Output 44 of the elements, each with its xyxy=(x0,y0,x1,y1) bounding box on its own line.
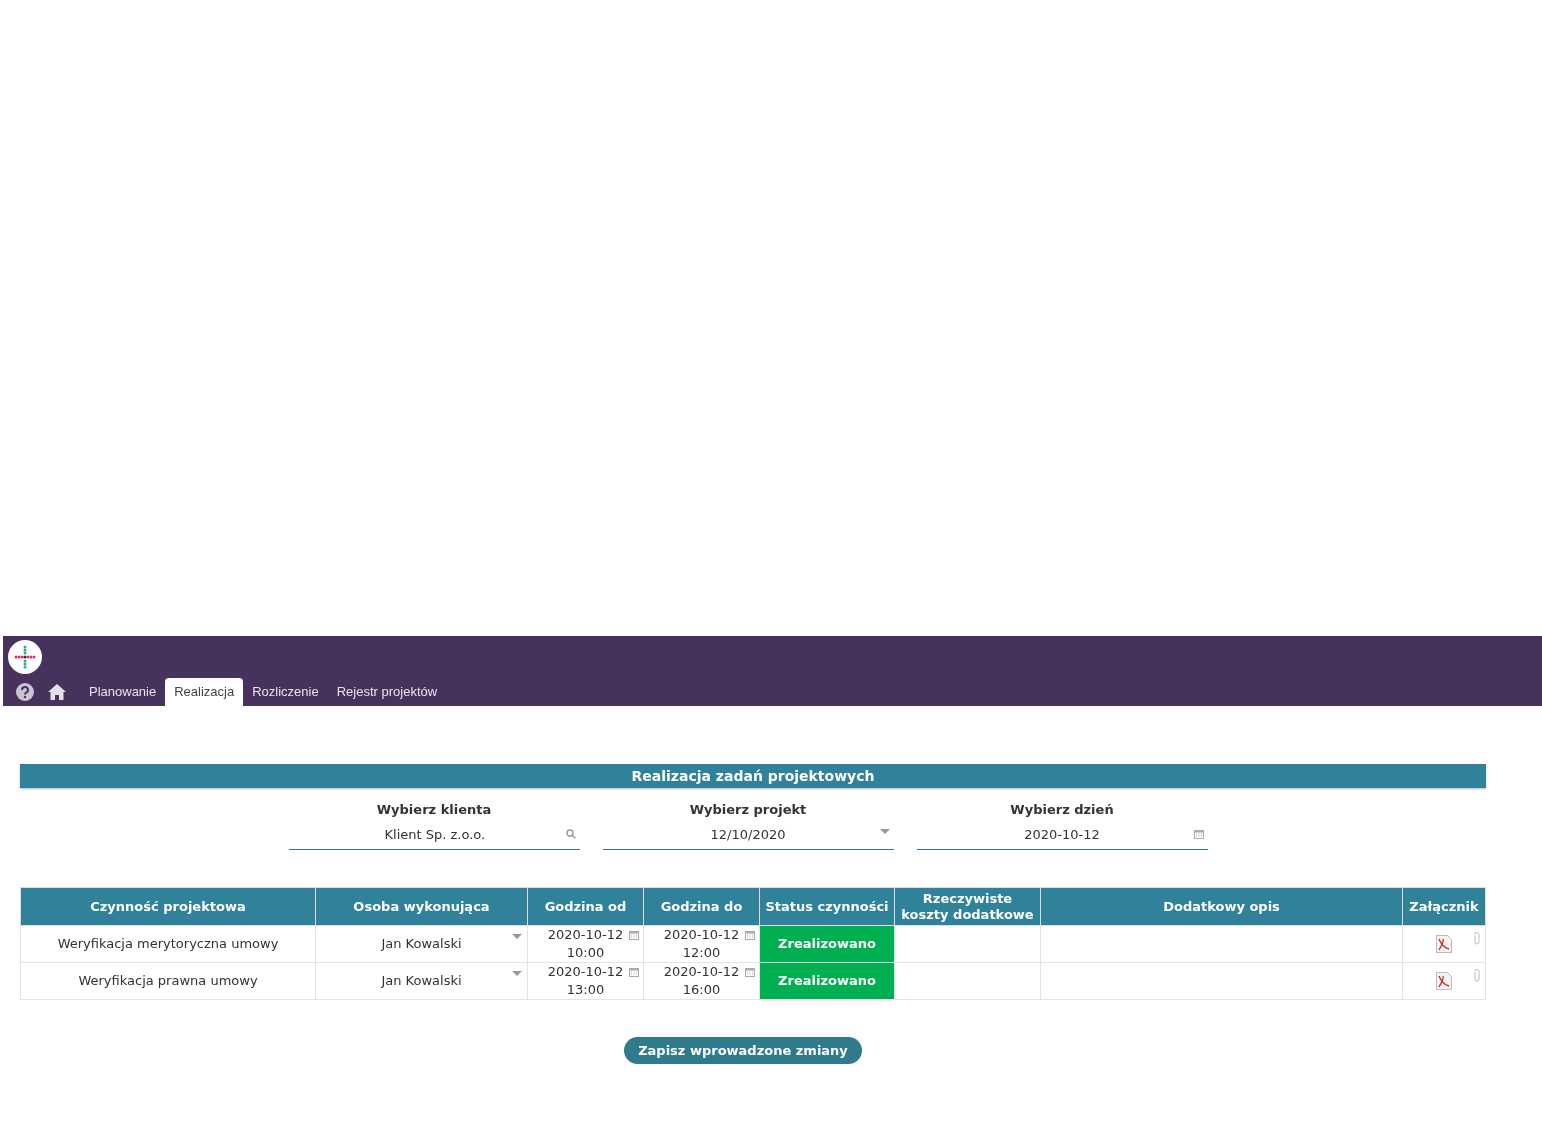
column-header: Dodatkowy opis xyxy=(1040,887,1403,926)
panel-title: Realizacja zadań projektowych xyxy=(20,764,1486,788)
time-field[interactable]: 2020-10-12 16:00 xyxy=(643,962,760,1000)
nav-tab[interactable]: Rozliczenie xyxy=(243,678,328,706)
table-cell: Weryfikacja merytoryczna umowy xyxy=(20,925,316,963)
dropdown-caret-icon xyxy=(512,971,522,977)
dropdown-caret-icon xyxy=(879,829,890,835)
column-header: Godzina od xyxy=(527,887,644,926)
help-icon[interactable] xyxy=(16,683,34,701)
filter-field[interactable]: 12/10/2020 xyxy=(602,827,894,850)
logo-icon xyxy=(8,640,42,674)
column-header: Załącznik xyxy=(1402,887,1486,926)
filter-field[interactable]: 2020-10-12 xyxy=(916,827,1208,850)
filter-label: Wybierz klienta xyxy=(375,802,493,817)
column-header: Godzina do xyxy=(643,887,760,926)
table-cell: Weryfikacja prawna umowy xyxy=(20,962,316,1000)
save-button[interactable]: Zapisz wprowadzone zmiany xyxy=(624,1037,862,1064)
paperclip-icon[interactable] xyxy=(1473,931,1481,945)
column-header: Czynność projektowa xyxy=(20,887,316,926)
calendar-icon[interactable] xyxy=(745,967,755,977)
home-icon[interactable] xyxy=(48,684,66,700)
time-field[interactable]: 2020-10-12 10:00 xyxy=(527,925,644,963)
paperclip-icon[interactable] xyxy=(1473,968,1481,982)
calendar-icon[interactable] xyxy=(629,930,639,940)
pdf-file-icon[interactable] xyxy=(1436,935,1452,953)
calendar-icon[interactable] xyxy=(745,930,755,940)
calendar-icon xyxy=(1193,829,1204,839)
column-header: Osoba wykonująca xyxy=(315,887,528,926)
nav-tab[interactable]: Rejestr projektów xyxy=(327,678,447,706)
person-select[interactable]: Jan Kowalski xyxy=(315,962,528,1000)
filter-label: Wybierz dzień xyxy=(1009,802,1115,817)
time-field[interactable]: 2020-10-12 13:00 xyxy=(527,962,644,1000)
pdf-file-icon[interactable] xyxy=(1436,972,1452,990)
nav-tab[interactable]: Planowanie xyxy=(80,678,166,706)
filter-field[interactable]: Klient Sp. z.o.o. xyxy=(288,827,580,850)
time-field[interactable]: 2020-10-12 12:00 xyxy=(643,925,760,963)
person-select[interactable]: Jan Kowalski xyxy=(315,925,528,963)
nav-tab[interactable]: Realizacja xyxy=(165,678,244,706)
search-icon xyxy=(565,829,576,839)
filter-label: Wybierz projekt xyxy=(688,802,808,817)
calendar-icon[interactable] xyxy=(629,967,639,977)
column-header: Rzeczywiste koszty dodatkowe xyxy=(894,887,1041,926)
dropdown-caret-icon xyxy=(512,934,522,940)
column-header: Status czynności xyxy=(759,887,895,926)
